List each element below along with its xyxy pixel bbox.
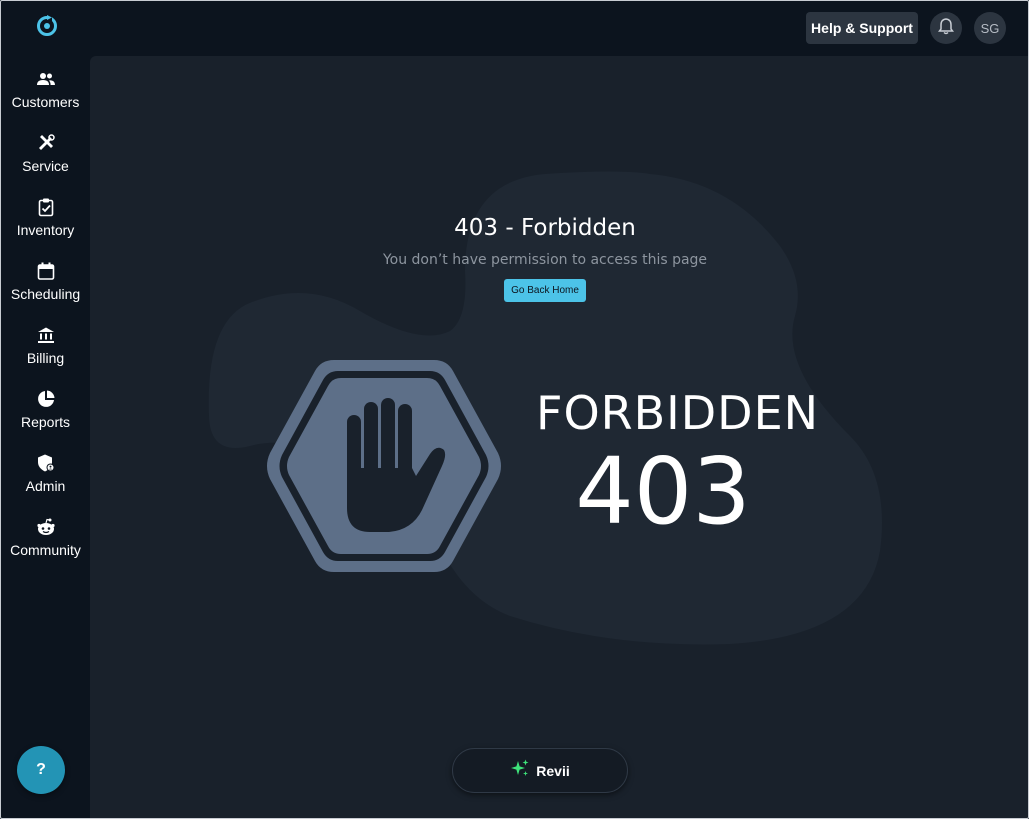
revii-assistant-button[interactable]: Revii: [452, 748, 628, 793]
main-panel: 403 - Forbidden You don’t have permissio…: [90, 56, 1028, 818]
help-fab-label: ?: [36, 761, 46, 778]
forbidden-label: FORBIDDEN: [536, 386, 820, 440]
sidebar-item-label: Reports: [20, 414, 71, 430]
sidebar-item-admin[interactable]: Admin: [1, 447, 90, 503]
sidebar-item-reports[interactable]: Reports: [1, 383, 90, 439]
revii-label: Revii: [536, 762, 570, 779]
admin-shield-icon: [36, 453, 56, 473]
help-fab-button[interactable]: ?: [17, 746, 65, 794]
topbar: Help & Support SG: [90, 1, 1028, 56]
sidebar: Customers Service Inventory Scheduling B…: [1, 1, 90, 818]
sidebar-item-label: Inventory: [16, 222, 75, 238]
service-tools-icon: [36, 133, 56, 153]
sidebar-item-label: Community: [10, 542, 81, 558]
bank-icon: [36, 325, 56, 345]
pie-chart-icon: [36, 389, 56, 409]
go-back-home-button[interactable]: Go Back Home: [504, 279, 586, 302]
sidebar-item-community[interactable]: Community: [1, 511, 90, 567]
user-avatar[interactable]: SG: [974, 12, 1006, 44]
help-support-button[interactable]: Help & Support: [806, 12, 918, 44]
forbidden-code: 403: [575, 438, 751, 545]
community-icon: [36, 517, 56, 537]
sidebar-item-customers[interactable]: Customers: [1, 63, 90, 119]
calendar-icon: [36, 261, 56, 281]
error-title: 403 - Forbidden: [454, 215, 636, 241]
sidebar-item-service[interactable]: Service: [1, 127, 90, 183]
sparkle-icon: [510, 758, 530, 783]
sidebar-item-label: Admin: [25, 478, 66, 494]
sidebar-item-label: Billing: [26, 350, 65, 366]
customers-icon: [36, 69, 56, 89]
notifications-button[interactable]: [930, 12, 962, 44]
sidebar-item-label: Scheduling: [10, 286, 81, 302]
bell-icon: [938, 17, 954, 40]
sidebar-item-inventory[interactable]: Inventory: [1, 191, 90, 247]
stop-hand-icon: [267, 360, 501, 572]
sidebar-item-label: Service: [22, 158, 69, 174]
app-logo[interactable]: [35, 13, 59, 37]
inventory-clipboard-icon: [36, 197, 56, 217]
sidebar-item-billing[interactable]: Billing: [1, 319, 90, 375]
sidebar-item-scheduling[interactable]: Scheduling: [1, 255, 90, 311]
sidebar-item-label: Customers: [11, 94, 80, 110]
error-message: You don’t have permission to access this…: [382, 252, 708, 268]
